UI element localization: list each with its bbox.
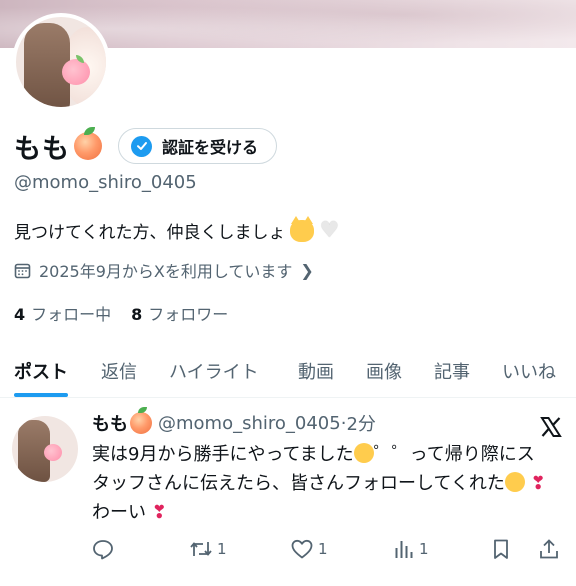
peach-emoji-icon xyxy=(74,127,102,160)
tab-articles[interactable]: 記事 xyxy=(434,345,470,397)
bookmark-button[interactable] xyxy=(491,538,511,560)
profile-bio: 見つけてくれた方、仲良くしましょ ♥ xyxy=(14,215,340,243)
post-author-handle[interactable]: @momo_shiro_0405 xyxy=(158,413,341,434)
chevron-right-icon: ❯ xyxy=(300,260,314,280)
exclamation-heart-emoji-icon: ❣ xyxy=(151,502,167,523)
like-count: 1 xyxy=(318,540,328,558)
x-logo-icon xyxy=(540,417,562,437)
profile-name: もも xyxy=(14,133,70,165)
exclamation-heart-emoji-icon: ❣ xyxy=(530,473,546,494)
profile-handle: @momo_shiro_0405 xyxy=(14,172,197,193)
calendar-icon xyxy=(14,263,31,278)
following-link[interactable]: 4 フォロー中 xyxy=(14,301,111,325)
join-date-text: 2025年9月からXを利用しています xyxy=(39,262,293,281)
repost-count: 1 xyxy=(217,540,227,558)
followers-link[interactable]: 8 フォロワー xyxy=(131,301,228,325)
like-button[interactable]: 1 xyxy=(290,538,328,560)
post-author-name[interactable]: もも xyxy=(92,410,128,436)
profile-tabs: ポスト 返信 ハイライト 動画 画像 記事 いいね xyxy=(0,345,576,397)
reply-button[interactable] xyxy=(92,538,118,560)
post-avatar[interactable] xyxy=(12,416,78,482)
post-header: もも @momo_shiro_0405 · 2分 xyxy=(92,407,376,436)
followers-label: フォロワー xyxy=(148,305,229,324)
tab-videos[interactable]: 動画 xyxy=(298,345,334,397)
followers-count: 8 xyxy=(131,305,143,324)
post-text-part3: わーい xyxy=(92,502,146,523)
bookmark-icon xyxy=(494,539,508,559)
analytics-icon xyxy=(395,541,413,558)
join-date[interactable]: 2025年9月からXを利用しています ❯ xyxy=(14,258,314,282)
views-count: 1 xyxy=(419,540,429,558)
post-time[interactable]: 2分 xyxy=(346,410,375,436)
get-verified-button[interactable]: 認証を受ける xyxy=(118,128,278,164)
post-text-part1: 実は9月から勝手にやってました xyxy=(92,444,354,465)
laughing-cat-emoji-icon xyxy=(504,472,525,492)
post-item[interactable]: もも @momo_shiro_0405 · 2分 実は9月から勝手にやってました… xyxy=(0,398,576,586)
tab-likes[interactable]: いいね xyxy=(502,345,556,397)
views-button[interactable]: 1 xyxy=(393,538,429,560)
share-icon xyxy=(540,539,558,559)
peach-emoji-icon xyxy=(130,407,152,434)
following-label: フォロー中 xyxy=(31,305,112,324)
tab-posts[interactable]: ポスト xyxy=(14,345,68,397)
share-button[interactable] xyxy=(538,538,560,560)
profile-avatar[interactable] xyxy=(12,13,110,111)
post-actions: 1 1 1 xyxy=(92,538,562,562)
kissing-cat-emoji-icon xyxy=(289,215,314,242)
repost-button[interactable]: 1 xyxy=(189,538,227,560)
post-text: 実は9月から勝手にやってました ゜゜って帰り際にスタッフさんに伝えたら、皆さんフォ… xyxy=(92,440,552,527)
heart-icon xyxy=(291,539,313,559)
follow-stats: 4 フォロー中 8 フォロワー xyxy=(14,301,248,325)
tab-replies[interactable]: 返信 xyxy=(101,345,137,397)
confounded-face-emoji-icon xyxy=(353,443,374,463)
reply-icon xyxy=(93,540,113,560)
tab-highlights[interactable]: ハイライト xyxy=(169,345,259,397)
repost-icon xyxy=(190,542,212,556)
get-verified-label: 認証を受ける xyxy=(162,138,259,157)
verified-badge-icon xyxy=(131,135,152,157)
tab-images[interactable]: 画像 xyxy=(366,345,402,397)
following-count: 4 xyxy=(14,305,26,324)
profile-name-row: もも 認証を受ける xyxy=(14,126,278,166)
white-heart-emoji-icon: ♥ xyxy=(319,217,340,243)
bio-text: 見つけてくれた方、仲良くしましょ xyxy=(14,223,286,243)
